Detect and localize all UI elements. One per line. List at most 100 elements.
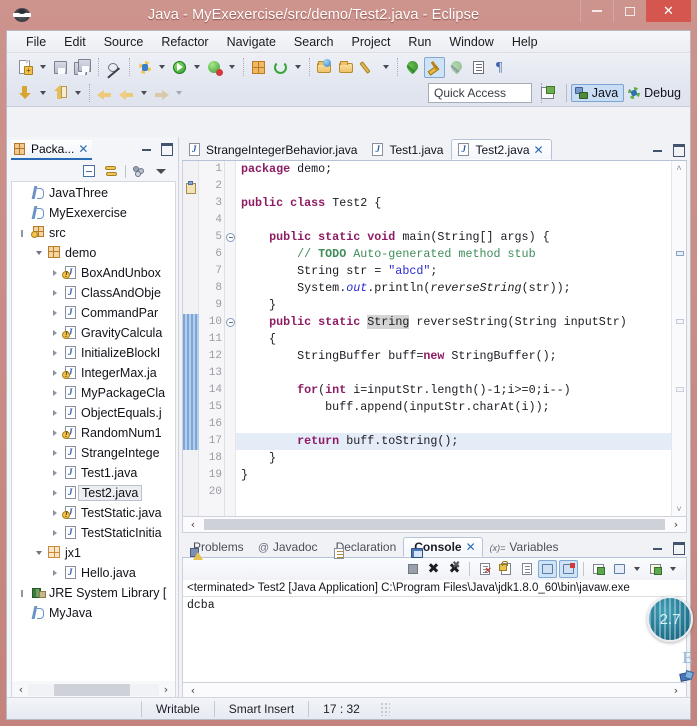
save-all-icon[interactable] xyxy=(72,57,93,78)
tree-item-integermax-ja[interactable]: IntegerMax.ja xyxy=(12,363,175,383)
code-line[interactable] xyxy=(236,416,671,433)
minimize-editor-icon[interactable] xyxy=(652,143,663,154)
scroll-lock-icon[interactable] xyxy=(496,560,515,578)
tree-item-teststaticinitia[interactable]: TestStaticInitia xyxy=(12,523,175,543)
tree-twisty-icon[interactable] xyxy=(16,589,30,597)
code-line[interactable]: } xyxy=(236,467,671,484)
tree-twisty-icon[interactable] xyxy=(48,310,62,316)
tree-item-classandobje[interactable]: ClassAndObje xyxy=(12,283,175,303)
new-java-package-icon[interactable] xyxy=(248,57,269,78)
minimize-view-icon[interactable] xyxy=(141,142,152,153)
console-tab-problems[interactable]: Problems xyxy=(182,537,251,560)
tree-twisty-icon[interactable] xyxy=(48,410,62,416)
coverage-dropdown-icon[interactable] xyxy=(226,57,237,77)
menu-help[interactable]: Help xyxy=(503,33,547,51)
collapse-all-icon[interactable] xyxy=(81,163,98,180)
history-dropdown-icon[interactable] xyxy=(138,83,149,103)
ime-indicator-icon[interactable] xyxy=(679,669,695,685)
scroll-right-icon[interactable]: › xyxy=(669,684,683,697)
tree-twisty-icon[interactable] xyxy=(48,510,62,516)
external-tools-icon[interactable] xyxy=(270,57,291,78)
back-icon[interactable] xyxy=(94,83,115,104)
fold-toggle-icon[interactable] xyxy=(226,233,235,242)
show-console-on-output-icon[interactable] xyxy=(538,560,557,578)
block-selection-icon[interactable]: ¶ xyxy=(490,57,511,78)
tree-item-commandpar[interactable]: CommandPar xyxy=(12,303,175,323)
floating-badge[interactable]: 2.7 xyxy=(647,596,693,642)
code-line[interactable]: return buff.toString(); xyxy=(236,433,671,450)
next-edit-dropdown-icon[interactable] xyxy=(72,83,83,103)
tree-twisty-icon[interactable] xyxy=(48,530,62,536)
search-icon[interactable] xyxy=(358,57,379,78)
previous-edit-icon[interactable] xyxy=(15,83,36,104)
scroll-right-icon[interactable]: › xyxy=(669,518,683,531)
tree-item-mypackagecla[interactable]: MyPackageCla xyxy=(12,383,175,403)
skip-breakpoints-icon[interactable] xyxy=(103,57,124,78)
code-line[interactable]: // TODO Auto-generated method stub xyxy=(236,246,671,263)
perspective-java-button[interactable]: Java xyxy=(570,84,625,102)
tree-item-boxandunbox[interactable]: BoxAndUnbox xyxy=(12,263,175,283)
tree-item-jre-system-library-[interactable]: JRE System Library [ xyxy=(12,583,175,603)
close-icon[interactable]: ✕ xyxy=(78,143,88,155)
menu-window[interactable]: Window xyxy=(440,33,502,51)
code-line[interactable] xyxy=(236,212,671,229)
open-console-dropdown-icon[interactable] xyxy=(667,559,678,579)
tree-item-randomnum1[interactable]: RandomNum1 xyxy=(12,423,175,443)
scroll-left-icon[interactable]: ‹ xyxy=(14,683,28,696)
tree-item-myjava[interactable]: MyJava xyxy=(12,603,175,623)
run-icon[interactable] xyxy=(169,57,190,78)
code-line[interactable]: public static void main(String[] args) { xyxy=(236,229,671,246)
remove-launch-icon[interactable]: ✖ xyxy=(424,560,443,578)
word-wrap-icon[interactable] xyxy=(517,560,536,578)
code-line[interactable]: public class Test2 { xyxy=(236,195,671,212)
folding-ruler[interactable] xyxy=(225,161,236,516)
tree-item-demo[interactable]: demo xyxy=(12,243,175,263)
close-icon[interactable]: ✕ xyxy=(466,541,476,553)
run-dropdown-icon[interactable] xyxy=(191,57,202,77)
menu-file[interactable]: File xyxy=(17,33,55,51)
scroll-thumb[interactable] xyxy=(204,519,665,530)
code-line[interactable]: package demo; xyxy=(236,161,671,178)
tree-item-objectequals-j[interactable]: ObjectEquals.j xyxy=(12,403,175,423)
scroll-down-icon[interactable]: ˅ xyxy=(676,502,681,516)
editor-tab-strangeintegerbehavior-java[interactable]: StrangeIntegerBehavior.java xyxy=(182,139,365,160)
focus-on-active-task-icon[interactable] xyxy=(131,163,148,180)
open-task-icon[interactable] xyxy=(336,57,357,78)
close-icon[interactable]: ✕ xyxy=(534,144,544,156)
minimize-console-icon[interactable] xyxy=(652,541,663,552)
code-line[interactable] xyxy=(236,484,671,501)
scroll-left-icon[interactable]: ‹ xyxy=(186,684,200,697)
code-line[interactable]: public static String reverseString(Strin… xyxy=(236,314,671,331)
tree-twisty-icon[interactable] xyxy=(16,229,30,237)
open-perspective-icon[interactable] xyxy=(537,83,559,103)
menu-project[interactable]: Project xyxy=(343,33,400,51)
tree-twisty-icon[interactable] xyxy=(48,430,62,436)
code-area[interactable]: package demo; public class Test2 { publi… xyxy=(236,161,671,516)
show-console-on-error-icon[interactable] xyxy=(559,560,578,578)
code-line[interactable]: System.out.println(reverseString(str)); xyxy=(236,280,671,297)
tree-twisty-icon[interactable] xyxy=(48,450,62,456)
perspective-debug-button[interactable]: Debug xyxy=(624,85,686,101)
debug-icon[interactable] xyxy=(134,57,155,78)
annotate-icon[interactable] xyxy=(402,57,423,78)
show-whitespace-icon[interactable] xyxy=(468,57,489,78)
tree-item-src[interactable]: src xyxy=(12,223,175,243)
debug-dropdown-icon[interactable] xyxy=(156,57,167,77)
tree-item-teststatic-java[interactable]: TestStatic.java xyxy=(12,503,175,523)
tree-item-jx1[interactable]: jx1 xyxy=(12,543,175,563)
forward-icon[interactable] xyxy=(151,83,172,104)
code-line[interactable] xyxy=(236,365,671,382)
forward-history-icon[interactable] xyxy=(116,83,137,104)
editor-body[interactable]: 1 2 3 4 5 6 7 8 9 10 11 12 13 14 15 16 17 18 19 20 package … xyxy=(182,161,687,517)
editor-vertical-scrollbar[interactable]: ˄ ˅ xyxy=(671,161,686,516)
tree-item-test1-java[interactable]: Test1.java xyxy=(12,463,175,483)
tree-twisty-icon[interactable] xyxy=(48,350,62,356)
console-tab-console[interactable]: Console ✕ xyxy=(403,537,483,558)
menu-edit[interactable]: Edit xyxy=(55,33,95,51)
menu-run[interactable]: Run xyxy=(399,33,440,51)
next-edit-icon[interactable] xyxy=(50,83,71,104)
tree-twisty-icon[interactable] xyxy=(48,290,62,296)
console-tab-javadoc[interactable]: @ Javadoc xyxy=(251,537,325,557)
tree-twisty-icon[interactable] xyxy=(48,570,62,576)
tree-item-test2-java[interactable]: Test2.java xyxy=(12,483,175,503)
